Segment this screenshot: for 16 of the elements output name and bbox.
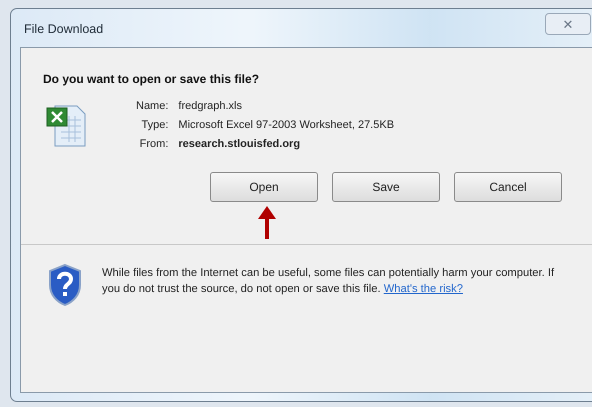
field-value: Microsoft Excel 97-2003 Worksheet, 27.5KB — [178, 119, 394, 131]
field-value: fredgraph.xls — [178, 100, 243, 112]
field-label: From: — [138, 138, 168, 150]
warning-text: While files from the Internet can be useful, some files can potentially harm your computer. If you do not trust the source, do not open or save this file. What's the risk? — [102, 266, 556, 297]
dialog-button[interactable]: Open — [210, 172, 318, 202]
field-value: research.stlouisfed.org — [178, 138, 302, 150]
dialog-button[interactable]: Save — [332, 172, 440, 202]
field-label: Name: — [136, 100, 168, 112]
close-button[interactable]: ✕ — [545, 13, 591, 35]
help-shield-icon — [48, 263, 82, 307]
dialog-button[interactable]: Cancel — [454, 172, 562, 202]
question-text: Do you want to open or save this file? — [43, 72, 260, 86]
arrow-drawing — [257, 205, 277, 241]
risk-link[interactable]: What's the risk? — [384, 282, 463, 295]
field-label: Type: — [140, 119, 168, 131]
window-title: File Download — [24, 22, 104, 36]
